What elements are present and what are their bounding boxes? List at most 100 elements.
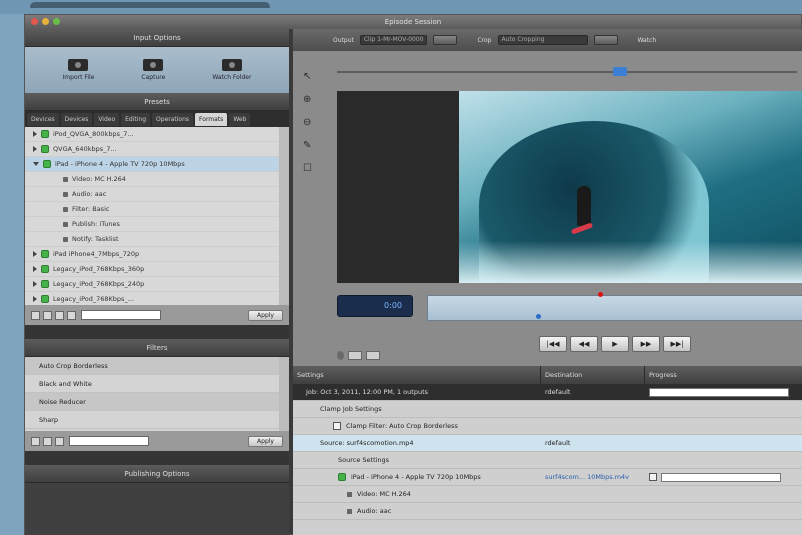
preset-label: Legacy_iPod_768Kbps_...	[53, 295, 134, 303]
mute-button[interactable]	[366, 351, 380, 360]
crop-field[interactable]: Auto Cropping	[497, 35, 588, 45]
row-text: Audio: aac	[357, 506, 392, 515]
remove-icon[interactable]	[43, 310, 52, 320]
playhead-marker[interactable]	[598, 292, 603, 297]
folder-icon	[221, 59, 242, 71]
close-icon[interactable]	[31, 18, 38, 25]
volume-button[interactable]	[348, 351, 362, 360]
go-to-end-button[interactable]: ▶▶|	[663, 336, 691, 352]
zoom-icon[interactable]	[53, 18, 60, 25]
surfer-graphic	[577, 186, 591, 226]
preset-search-input[interactable]	[81, 310, 161, 320]
volume-icon[interactable]	[337, 351, 344, 360]
crop-dropdown[interactable]	[593, 35, 618, 45]
input-options-header: Input Options	[25, 29, 289, 47]
episode-window: Episode Session Input Options Import Fil…	[24, 14, 802, 535]
table-row[interactable]: Source Settings	[293, 452, 802, 469]
disclosure-icon[interactable]	[33, 296, 37, 302]
list-item[interactable]: iPad iPhone4_7Mbps_720p	[25, 247, 279, 262]
table-row[interactable]: Clamp Filter: Auto Crop Borderless	[293, 418, 802, 435]
output-field[interactable]: Clip 1-Mr-MOV-0000	[359, 35, 428, 45]
filter-search-input[interactable]	[69, 436, 149, 446]
list-item[interactable]: iPod_QVGA_800kbps_7...	[25, 127, 279, 142]
fast-forward-button[interactable]: ▶▶	[632, 336, 660, 352]
in-point-marker[interactable]	[536, 314, 541, 319]
list-item[interactable]: Auto Crop Borderless	[25, 357, 279, 375]
output-label: Output	[333, 36, 354, 44]
hand-icon[interactable]: ☐	[303, 163, 312, 174]
add-icon[interactable]	[31, 436, 40, 446]
preset-icon	[43, 160, 51, 168]
table-row[interactable]: Source: surf4scomotion.mp4 rdefault	[293, 435, 802, 452]
capture-button[interactable]: Capture	[141, 59, 165, 81]
row-text: Video: MC H.264	[357, 489, 411, 498]
list-item[interactable]: Noise Reducer	[25, 393, 279, 411]
checkbox[interactable]	[649, 473, 657, 481]
tab-editing[interactable]: Editing	[121, 112, 151, 126]
disclosure-icon[interactable]	[33, 131, 37, 137]
list-item[interactable]: QVGA_640kbps_7...	[25, 142, 279, 157]
rewind-button[interactable]: ◀◀	[570, 336, 598, 352]
subitem-label: Filter: Basic	[72, 205, 110, 213]
zoom-out-icon[interactable]: ⊖	[303, 117, 312, 128]
table-row[interactable]: Audio: aac	[293, 503, 802, 520]
watch-folder-button[interactable]: Watch Folder	[212, 59, 251, 81]
list-item[interactable]: Legacy_iPod_768Kbps_240p	[25, 277, 279, 292]
tab-devices[interactable]: Devices	[27, 112, 59, 126]
output-dropdown[interactable]	[433, 35, 458, 45]
pointer-icon[interactable]: ↖	[303, 71, 312, 82]
disclosure-icon[interactable]	[33, 266, 37, 272]
subitem-label: Video: MC H.264	[72, 175, 126, 183]
tab-web[interactable]: Web	[229, 112, 251, 126]
apply-button[interactable]: Apply	[248, 309, 283, 321]
column-header[interactable]: Settings	[293, 366, 541, 384]
folder-icon[interactable]	[67, 310, 76, 320]
add-icon[interactable]	[31, 310, 40, 320]
checkbox[interactable]	[333, 422, 341, 430]
table-row[interactable]: Clamp Job Settings	[293, 401, 802, 418]
tab-video[interactable]: Video	[94, 112, 120, 126]
timeline-track[interactable]	[427, 292, 802, 321]
zoom-in-icon[interactable]: ⊕	[303, 94, 312, 105]
tab-formats[interactable]: Formats	[195, 112, 228, 126]
disclosure-open-icon[interactable]	[33, 162, 39, 166]
disclosure-icon[interactable]	[33, 146, 37, 152]
disclosure-icon[interactable]	[33, 281, 37, 287]
list-item[interactable]: Sharp	[25, 411, 279, 429]
preset-label: iPad - iPhone 4 - Apple TV 720p 10Mbps	[55, 160, 185, 168]
tab-devices-2[interactable]: Devices	[60, 112, 93, 126]
table-row[interactable]: iPad - iPhone 4 - Apple TV 720p 10Mbps s…	[293, 469, 802, 486]
gear-icon[interactable]	[55, 436, 64, 446]
import-file-button[interactable]: Import File	[63, 59, 94, 81]
filters-apply-button[interactable]: Apply	[248, 435, 283, 447]
top-scrubber[interactable]	[337, 67, 797, 79]
remove-icon[interactable]	[43, 436, 52, 446]
publishing-options-header[interactable]: Publishing Options	[25, 465, 289, 483]
publish-icon	[63, 221, 68, 227]
gear-icon[interactable]	[55, 310, 64, 320]
list-item-selected[interactable]: iPad - iPhone 4 - Apple TV 720p 10Mbps	[25, 157, 279, 172]
tab-operations[interactable]: Operations	[152, 112, 194, 126]
video-preview	[337, 91, 802, 283]
row-text: iPad - iPhone 4 - Apple TV 720p 10Mbps	[351, 472, 481, 481]
minimize-icon[interactable]	[42, 18, 49, 25]
disclosure-icon[interactable]	[33, 251, 37, 257]
list-item[interactable]: Legacy_iPod_768Kbps_...	[25, 292, 279, 305]
go-to-start-button[interactable]: |◀◀	[539, 336, 567, 352]
subitem-label: Audio: aac	[72, 190, 107, 198]
eyedropper-icon[interactable]: ✎	[303, 140, 312, 151]
table-row[interactable]: Video: MC H.264	[293, 486, 802, 503]
play-button[interactable]: ▶	[601, 336, 629, 352]
tool-palette: ↖ ⊕ ⊖ ✎ ☐	[303, 71, 312, 174]
preset-icon	[41, 130, 49, 138]
scrubber-handle[interactable]	[613, 67, 627, 76]
column-header[interactable]: Destination	[541, 366, 645, 384]
right-panel: Output Clip 1-Mr-MOV-0000 Crop Auto Crop…	[293, 29, 802, 535]
list-item[interactable]: Black and White	[25, 375, 279, 393]
column-header[interactable]: Progress	[645, 366, 802, 384]
row-text: Clamp Filter: Auto Crop Borderless	[346, 421, 458, 430]
table-row[interactable]: Job: Oct 3, 2011, 12:00 PM, 1 outputs rd…	[293, 384, 802, 401]
row-destination-link[interactable]: surf4scom... 10Mbps.m4v	[541, 469, 645, 486]
presets-header: Presets	[25, 93, 289, 111]
list-item[interactable]: Legacy_iPod_768Kbps_360p	[25, 262, 279, 277]
